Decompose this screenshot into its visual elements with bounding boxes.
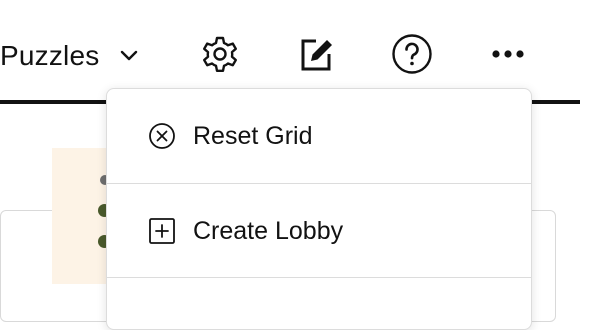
background-tile bbox=[52, 148, 111, 284]
menu-divider bbox=[107, 277, 531, 278]
menu-item-reset-grid[interactable]: Reset Grid bbox=[107, 89, 531, 183]
menu-item-label: Reset Grid bbox=[193, 121, 313, 150]
more-options-dropdown: Reset Grid Create Lobby bbox=[106, 88, 532, 330]
more-options-button[interactable] bbox=[486, 34, 530, 78]
gear-icon bbox=[200, 34, 240, 79]
plus-square-icon bbox=[147, 216, 177, 246]
edit-icon bbox=[296, 34, 336, 79]
puzzles-menu[interactable]: Puzzles bbox=[0, 30, 143, 82]
help-button[interactable] bbox=[390, 33, 434, 80]
menu-item-label: Create Lobby bbox=[193, 216, 344, 245]
edit-button[interactable] bbox=[294, 34, 338, 78]
help-icon bbox=[391, 33, 433, 80]
menu-item-create-lobby[interactable]: Create Lobby bbox=[107, 184, 531, 278]
settings-button[interactable] bbox=[198, 34, 242, 78]
close-circle-icon bbox=[147, 121, 177, 151]
chevron-down-icon bbox=[115, 42, 143, 70]
more-icon bbox=[488, 47, 528, 65]
puzzles-menu-label: Puzzles bbox=[0, 40, 100, 71]
